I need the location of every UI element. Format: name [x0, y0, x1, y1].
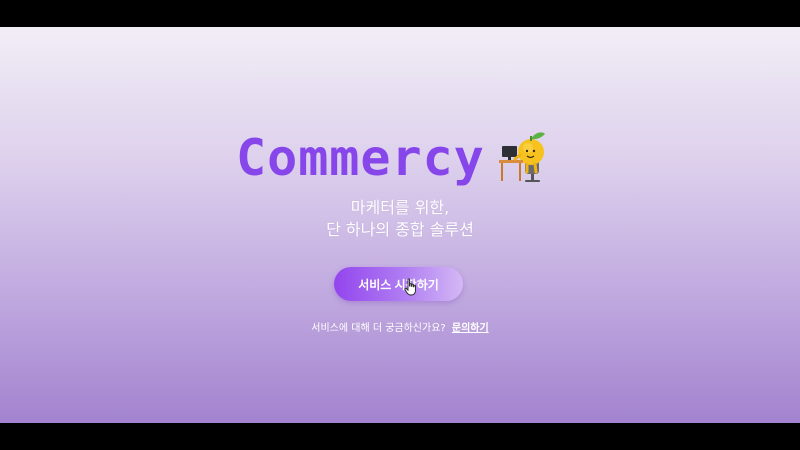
- brand-header: Commercy: [236, 123, 555, 193]
- subtitle-line-1: 마케터를 위한,: [350, 198, 450, 217]
- inquiry-link[interactable]: 문의하기: [452, 323, 489, 334]
- brand-title: Commercy: [236, 129, 485, 187]
- hero-subtitle: 마케터를 위한, 단 하나의 종합 솔루션: [0, 197, 800, 241]
- hero-section: Commercy 마케터를 위한, 단 하나의 종합 솔루션 서비스 시작하기 …: [0, 27, 800, 423]
- inquiry-line: 서비스에 대해 더 궁금하신가요? 문의하기: [0, 319, 800, 334]
- orange-at-desk-icon: [495, 122, 555, 186]
- start-service-button[interactable]: 서비스 시작하기: [334, 267, 463, 301]
- inquiry-text: 서비스에 대해 더 궁금하신가요?: [311, 323, 446, 334]
- subtitle-line-2: 단 하나의 종합 솔루션: [326, 220, 474, 239]
- hand-pointer-icon: [404, 278, 418, 296]
